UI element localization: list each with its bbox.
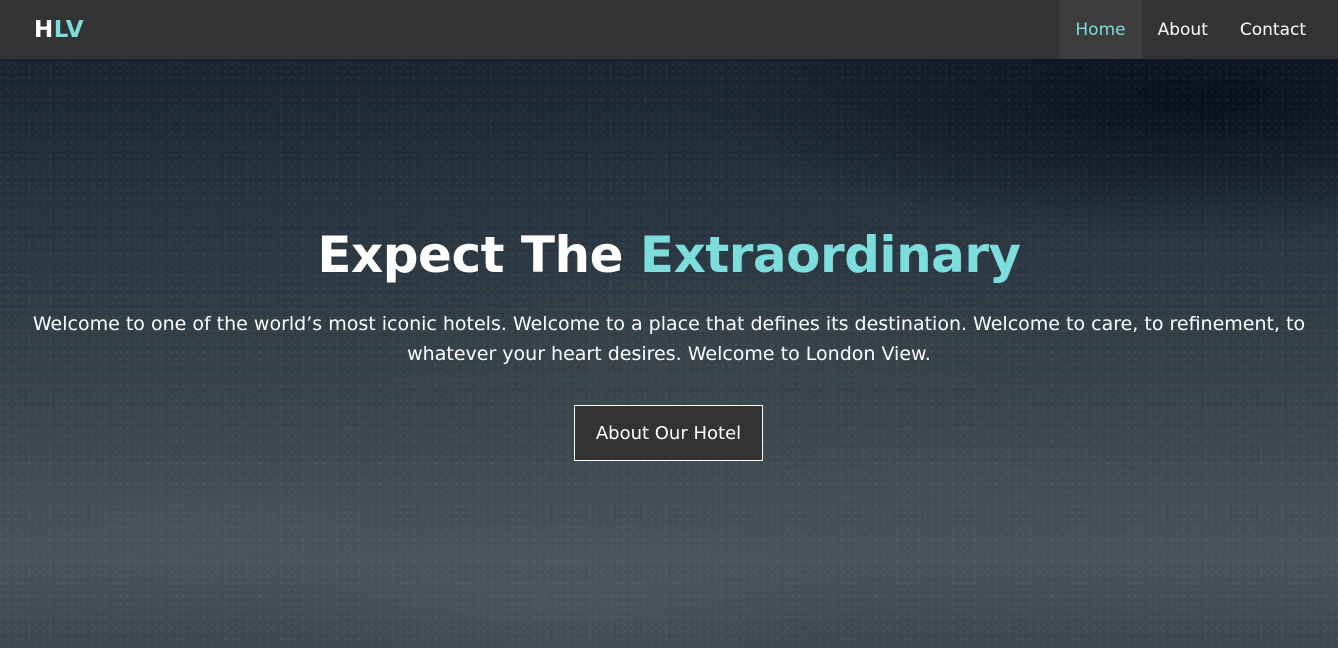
about-our-hotel-button[interactable]: About Our Hotel xyxy=(574,405,763,461)
hero-text: Welcome to one of the world’s most iconi… xyxy=(32,313,1306,365)
hero-title-accent: Extraordinary xyxy=(639,226,1021,284)
nav-link-about[interactable]: About xyxy=(1142,0,1224,59)
hero-content: Expect The Extraordinary Welcome to one … xyxy=(0,59,1338,648)
hero-title-main: Expect The xyxy=(317,226,640,284)
hero-section: Expect The Extraordinary Welcome to one … xyxy=(0,59,1338,648)
hero-title: Expect The Extraordinary xyxy=(0,228,1338,283)
logo-h: H xyxy=(34,16,54,43)
nav-link-contact[interactable]: Contact xyxy=(1224,0,1322,59)
nav-link-home[interactable]: Home xyxy=(1059,0,1142,59)
logo[interactable]: HLV xyxy=(34,17,84,43)
nav-links: Home About Contact xyxy=(1059,0,1322,59)
logo-lv: LV xyxy=(53,16,85,43)
navbar: HLV Home About Contact xyxy=(0,0,1338,59)
